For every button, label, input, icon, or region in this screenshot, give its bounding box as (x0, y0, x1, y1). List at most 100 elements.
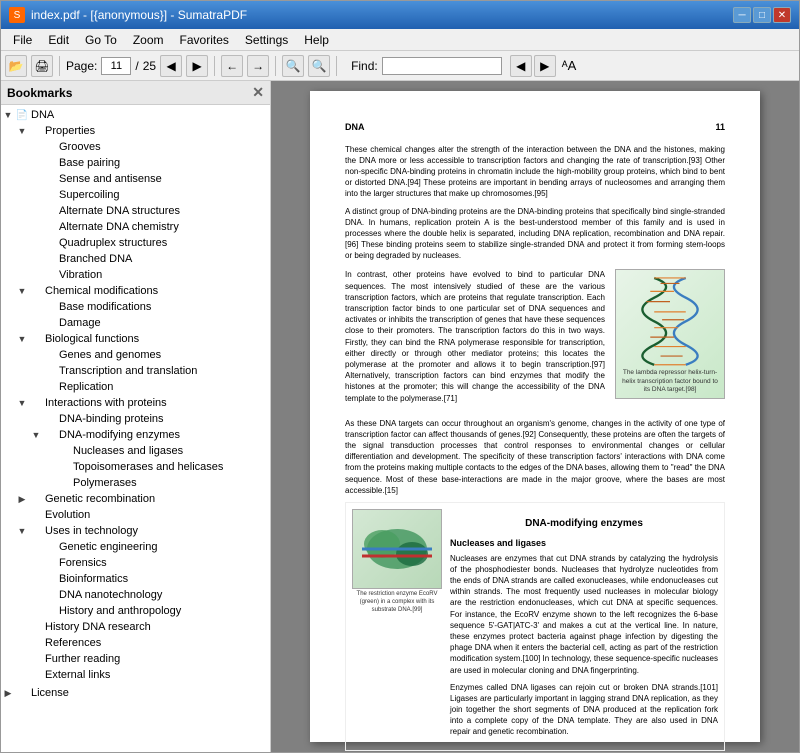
tree-item-uses-tech[interactable]: ▼ Uses in technology (1, 523, 270, 539)
toggle-license: ▶ (1, 686, 15, 700)
tree-label-transcription: Transcription and translation (57, 365, 197, 377)
find-label: Find: (351, 59, 378, 73)
pdf-image-column: The lambda repressor helix-turn-helix tr… (615, 269, 725, 409)
open-button[interactable]: 📂 (5, 55, 27, 77)
app-icon: S (9, 7, 25, 23)
toggle-nucleases (43, 444, 57, 458)
tree-item-base-mod[interactable]: Base modifications (1, 299, 270, 315)
tree-item-vibration[interactable]: Vibration (1, 267, 270, 283)
tree-item-history-dna[interactable]: History DNA research (1, 619, 270, 635)
toggle-alternate-dna (29, 204, 43, 218)
tree-item-grooves[interactable]: Grooves (1, 139, 270, 155)
close-button[interactable]: ✕ (773, 7, 791, 23)
tree-item-license[interactable]: ▶ License (1, 685, 270, 701)
tree-item-chemical-mod[interactable]: ▼ Chemical modifications (1, 283, 270, 299)
tree-item-supercoiling[interactable]: Supercoiling (1, 187, 270, 203)
tree-label-bioinformatics: Bioinformatics (57, 573, 128, 585)
tree-item-interactions[interactable]: ▼ Interactions with proteins (1, 395, 270, 411)
find-input[interactable] (382, 57, 502, 75)
tree-item-base-pairing[interactable]: Base pairing (1, 155, 270, 171)
menu-goto[interactable]: Go To (77, 31, 125, 49)
tree-item-references[interactable]: References (1, 635, 270, 651)
menu-zoom[interactable]: Zoom (125, 31, 172, 49)
folder-icon-dna-modifying (43, 428, 57, 442)
tree-item-dna[interactable]: ▼ 📄 DNA (1, 107, 270, 123)
zoom-out-button[interactable]: 🔍 (282, 55, 304, 77)
doc-icon-transcription (43, 364, 57, 378)
doc-icon-branched-dna (43, 252, 57, 266)
tree-item-forensics[interactable]: Forensics (1, 555, 270, 571)
pdf-paragraph-2: A distinct group of DNA-binding proteins… (345, 206, 725, 262)
menu-favorites[interactable]: Favorites (172, 31, 237, 49)
enzyme-section-title: DNA-modifying enzymes (450, 517, 718, 531)
back-button[interactable]: ← (221, 55, 243, 77)
tree-item-genes-genomes[interactable]: Genes and genomes (1, 347, 270, 363)
toggle-dna-nano (29, 588, 43, 602)
menu-edit[interactable]: Edit (40, 31, 77, 49)
doc-icon-forensics (43, 556, 57, 570)
doc-icon-genetic-recomb (29, 492, 43, 506)
tree-item-damage[interactable]: Damage (1, 315, 270, 331)
window-controls: ─ □ ✕ (733, 7, 791, 23)
tree-item-properties[interactable]: ▼ Properties (1, 123, 270, 139)
toggle-topoisomerases (43, 460, 57, 474)
tree-label-quadruplex: Quadruplex structures (57, 237, 167, 249)
tree-item-topoisomerases[interactable]: Topoisomerases and helicases (1, 459, 270, 475)
tree-item-nucleases[interactable]: Nucleases and ligases (1, 443, 270, 459)
tree-item-external-links[interactable]: External links (1, 667, 270, 683)
tree-item-bioinformatics[interactable]: Bioinformatics (1, 571, 270, 587)
bookmarks-close-button[interactable]: ✕ (252, 84, 264, 101)
find-prev-button[interactable]: ◀ (510, 55, 532, 77)
maximize-button[interactable]: □ (753, 7, 771, 23)
tree-item-dna-modifying[interactable]: ▼ DNA-modifying enzymes (1, 427, 270, 443)
pdf-paragraph-4: As these DNA targets can occur throughou… (345, 418, 725, 496)
tree-item-alternate-chem[interactable]: Alternate DNA chemistry (1, 219, 270, 235)
enzyme-svg (357, 514, 437, 584)
tree-item-genetic-recomb[interactable]: ▶ Genetic recombination (1, 491, 270, 507)
title-bar: S index.pdf - [{anonymous}] - SumatraPDF… (1, 1, 799, 29)
tree-label-base-mod: Base modifications (57, 301, 151, 313)
tree-item-bio-functions[interactable]: ▼ Biological functions (1, 331, 270, 347)
tree-label-branched-dna: Branched DNA (57, 253, 132, 265)
page-number: 11 (715, 121, 725, 134)
tree-item-dna-binding[interactable]: DNA-binding proteins (1, 411, 270, 427)
tree-item-branched-dna[interactable]: Branched DNA (1, 251, 270, 267)
toggle-grooves (29, 140, 43, 154)
find-next-button[interactable]: ▶ (534, 55, 556, 77)
menu-file[interactable]: File (5, 31, 40, 49)
toggle-alternate-chem (29, 220, 43, 234)
tree-item-history-anth[interactable]: History and anthropology (1, 603, 270, 619)
doc-icon-base-mod (43, 300, 57, 314)
tree-item-dna-nano[interactable]: DNA nanotechnology (1, 587, 270, 603)
enzyme-paragraph-1: Nucleases are enzymes that cut DNA stran… (450, 553, 718, 676)
folder-icon-bio-functions (29, 332, 43, 346)
prev-page-button[interactable]: ◀ (160, 55, 182, 77)
tree-item-transcription[interactable]: Transcription and translation (1, 363, 270, 379)
tree-item-evolution[interactable]: Evolution (1, 507, 270, 523)
bookmarks-tree[interactable]: ▼ 📄 DNA ▼ Properties Grooves (1, 105, 270, 752)
page-input[interactable] (101, 57, 131, 75)
tree-item-genetic-eng[interactable]: Genetic engineering (1, 539, 270, 555)
menu-help[interactable]: Help (296, 31, 337, 49)
tree-item-replication[interactable]: Replication (1, 379, 270, 395)
next-page-button[interactable]: ▶ (186, 55, 208, 77)
tree-item-further-reading[interactable]: Further reading (1, 651, 270, 667)
pdf-viewer[interactable]: DNA 11 These chemical changes alter the … (271, 81, 799, 752)
doc-icon-damage (43, 316, 57, 330)
tree-label-uses-tech: Uses in technology (43, 525, 138, 537)
tree-label-vibration: Vibration (57, 269, 102, 281)
pdf-paragraph-1: These chemical changes alter the strengt… (345, 144, 725, 200)
menu-settings[interactable]: Settings (237, 31, 296, 49)
tree-item-polymerases[interactable]: Polymerases (1, 475, 270, 491)
forward-button[interactable]: → (247, 55, 269, 77)
doc-icon-replication (43, 380, 57, 394)
minimize-button[interactable]: ─ (733, 7, 751, 23)
find-navigation: ◀ ▶ ᴬA (510, 55, 577, 77)
print-button[interactable]: 🖨 (31, 55, 53, 77)
tree-item-quadruplex[interactable]: Quadruplex structures (1, 235, 270, 251)
toggle-icon-chemical-mod: ▼ (15, 284, 29, 298)
zoom-in-button[interactable]: 🔍 (308, 55, 330, 77)
tree-label-properties: Properties (43, 125, 95, 137)
tree-item-sense-antisense[interactable]: Sense and antisense (1, 171, 270, 187)
tree-item-alternate-dna[interactable]: Alternate DNA structures (1, 203, 270, 219)
